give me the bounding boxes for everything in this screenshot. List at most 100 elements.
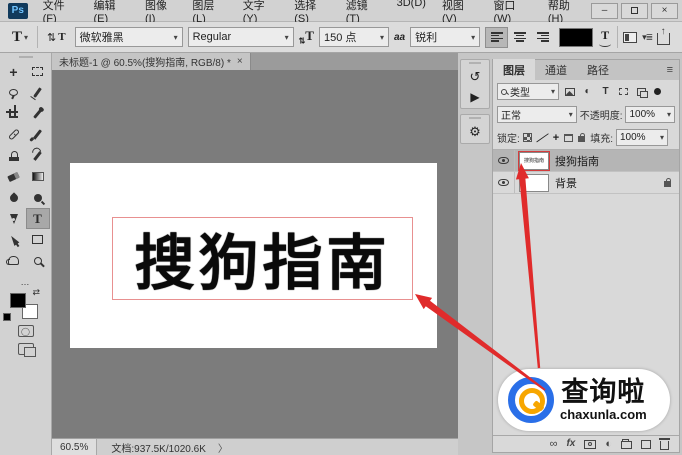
align-right-button[interactable] bbox=[531, 27, 554, 48]
new-group-icon[interactable] bbox=[621, 439, 632, 449]
shape-icon bbox=[619, 88, 628, 95]
fill-select[interactable]: 100% ▾ bbox=[616, 129, 668, 146]
rectangle-tool[interactable] bbox=[26, 229, 50, 250]
hand-tool[interactable] bbox=[2, 250, 26, 271]
maximize-button[interactable] bbox=[621, 2, 648, 19]
eye-icon bbox=[498, 157, 509, 164]
clone-stamp-tool[interactable] bbox=[2, 145, 26, 166]
filter-pixel-button[interactable] bbox=[562, 85, 577, 99]
layer-thumbnail[interactable]: 搜狗指南 bbox=[518, 150, 550, 171]
text-color-swatch[interactable] bbox=[559, 27, 594, 47]
toggle-panels-icon[interactable] bbox=[623, 31, 638, 43]
share-icon[interactable] bbox=[657, 26, 671, 45]
font-style-select[interactable]: Regular ▾ bbox=[187, 27, 294, 47]
anti-alias-select[interactable]: 锐利 ▾ bbox=[410, 27, 481, 47]
tools-grip[interactable] bbox=[0, 53, 51, 61]
default-colors-icon[interactable] bbox=[3, 313, 11, 321]
zoom-tool[interactable] bbox=[26, 250, 50, 271]
color-swatches[interactable]: ⇄ bbox=[3, 287, 40, 321]
layer-row-text[interactable]: 搜狗指南 搜狗指南 bbox=[493, 150, 679, 172]
lasso-tool[interactable] bbox=[2, 82, 26, 103]
lock-paint-icon[interactable]: ／ bbox=[535, 129, 549, 147]
warp-text-icon[interactable]: T bbox=[598, 28, 612, 47]
gradient-tool[interactable] bbox=[26, 166, 50, 187]
filter-toggle-icon[interactable] bbox=[654, 88, 661, 95]
new-layer-icon[interactable] bbox=[641, 439, 651, 449]
tab-layers[interactable]: 图层 bbox=[493, 59, 535, 81]
artboard[interactable]: 搜狗指南 bbox=[70, 163, 437, 348]
link-layers-icon[interactable]: ∞ bbox=[550, 439, 558, 450]
eyedropper-tool[interactable] bbox=[26, 103, 50, 124]
lock-icon bbox=[664, 178, 671, 187]
dodge-tool[interactable] bbox=[26, 187, 50, 208]
filter-type-button[interactable]: T bbox=[598, 85, 613, 99]
blur-tool[interactable] bbox=[2, 187, 26, 208]
adjustment-layer-icon[interactable]: ◐ bbox=[605, 439, 612, 450]
minimize-button[interactable]: – bbox=[591, 2, 618, 19]
layer-style-icon[interactable]: fx bbox=[566, 439, 575, 449]
quick-mask-button[interactable]: ◯ bbox=[17, 325, 34, 337]
eraser-tool[interactable] bbox=[2, 166, 26, 187]
properties-panel-icon[interactable]: ⚙ bbox=[469, 125, 481, 139]
path-selection-tool[interactable] bbox=[2, 229, 26, 250]
document-tab[interactable]: 未标题-1 @ 60.5%(搜狗指南, RGB/8) * × bbox=[52, 53, 251, 70]
lock-artboard-icon[interactable] bbox=[564, 133, 574, 142]
layer-thumbnail[interactable] bbox=[519, 173, 549, 192]
canvas-pasteboard[interactable]: 搜狗指南 bbox=[52, 70, 458, 438]
status-chevron-icon[interactable]: 〉 bbox=[218, 440, 228, 455]
visibility-cell[interactable] bbox=[493, 172, 515, 193]
align-right-icon bbox=[536, 32, 549, 42]
brush-tool[interactable] bbox=[26, 124, 50, 145]
close-button[interactable]: × bbox=[651, 2, 678, 19]
anti-alias-value: 锐利 bbox=[415, 32, 438, 44]
history-brush-tool[interactable] bbox=[26, 145, 50, 166]
layer-name[interactable]: 搜狗指南 bbox=[555, 153, 599, 169]
document-tab-title: 未标题-1 @ 60.5%(搜狗指南, RGB/8) * bbox=[59, 58, 231, 69]
document-tab-bar: 未标题-1 @ 60.5%(搜狗指南, RGB/8) * × bbox=[52, 53, 458, 70]
layer-name[interactable]: 背景 bbox=[555, 175, 577, 191]
font-size-select[interactable]: 150 点 ▾ bbox=[318, 27, 389, 47]
pen-tool[interactable] bbox=[2, 208, 26, 229]
zoom-level-field[interactable]: 60.5% bbox=[52, 439, 98, 455]
foreground-color[interactable] bbox=[10, 293, 26, 308]
lock-all-icon[interactable] bbox=[578, 133, 586, 142]
actions-panel-icon[interactable]: ▶ bbox=[470, 90, 479, 104]
filter-smart-object-button[interactable] bbox=[634, 85, 649, 99]
add-mask-icon[interactable] bbox=[584, 439, 597, 449]
layer-list: 搜狗指南 搜狗指南 背景 bbox=[493, 149, 679, 194]
canvas-text[interactable]: 搜狗指南 bbox=[135, 215, 391, 302]
align-center-button[interactable] bbox=[508, 27, 531, 48]
blend-mode-select[interactable]: 正常 ▾ bbox=[497, 106, 577, 123]
delete-layer-icon[interactable] bbox=[659, 438, 670, 450]
opacity-select[interactable]: 100% ▾ bbox=[625, 106, 675, 123]
grip[interactable] bbox=[469, 62, 481, 64]
font-family-select[interactable]: 微软雅黑 ▾ bbox=[74, 27, 183, 47]
filter-adjustment-button[interactable]: ◐ bbox=[580, 85, 595, 99]
align-left-button[interactable] bbox=[485, 26, 509, 48]
type-tool-preset-button[interactable]: T ▾ bbox=[8, 27, 32, 48]
screen-mode-button[interactable] bbox=[17, 343, 36, 357]
marquee-tool[interactable] bbox=[26, 61, 50, 82]
quick-selection-tool[interactable] bbox=[26, 82, 50, 103]
grip[interactable] bbox=[469, 117, 481, 119]
healing-brush-tool[interactable] bbox=[2, 124, 26, 145]
move-tool[interactable]: + bbox=[2, 61, 26, 82]
panel-menu-icon[interactable]: ≡ bbox=[667, 64, 679, 76]
crop-tool[interactable] bbox=[2, 103, 26, 124]
tab-paths[interactable]: 路径 bbox=[577, 59, 619, 81]
close-tab-icon[interactable]: × bbox=[237, 56, 243, 67]
tab-channels[interactable]: 通道 bbox=[535, 59, 577, 81]
filter-type-select[interactable]: 类型 ▾ bbox=[497, 83, 559, 100]
edit-toolbar-icon[interactable]: … bbox=[21, 277, 31, 287]
type-tool[interactable]: T bbox=[25, 208, 50, 229]
lock-position-icon[interactable]: + bbox=[553, 132, 559, 144]
text-orientation-button[interactable]: ⇅ T bbox=[43, 29, 70, 46]
text-selection-bounds[interactable]: 搜狗指南 bbox=[112, 217, 413, 300]
panel-options-icon[interactable]: ▾≣ bbox=[642, 32, 653, 43]
filter-shape-button[interactable] bbox=[616, 85, 631, 99]
visibility-cell[interactable] bbox=[493, 150, 515, 171]
swap-colors-icon[interactable]: ⇄ bbox=[32, 287, 40, 298]
lock-transparency-icon[interactable] bbox=[522, 133, 532, 142]
layer-row-background[interactable]: 背景 bbox=[493, 172, 679, 194]
history-panel-icon[interactable]: ↺ bbox=[470, 70, 481, 84]
